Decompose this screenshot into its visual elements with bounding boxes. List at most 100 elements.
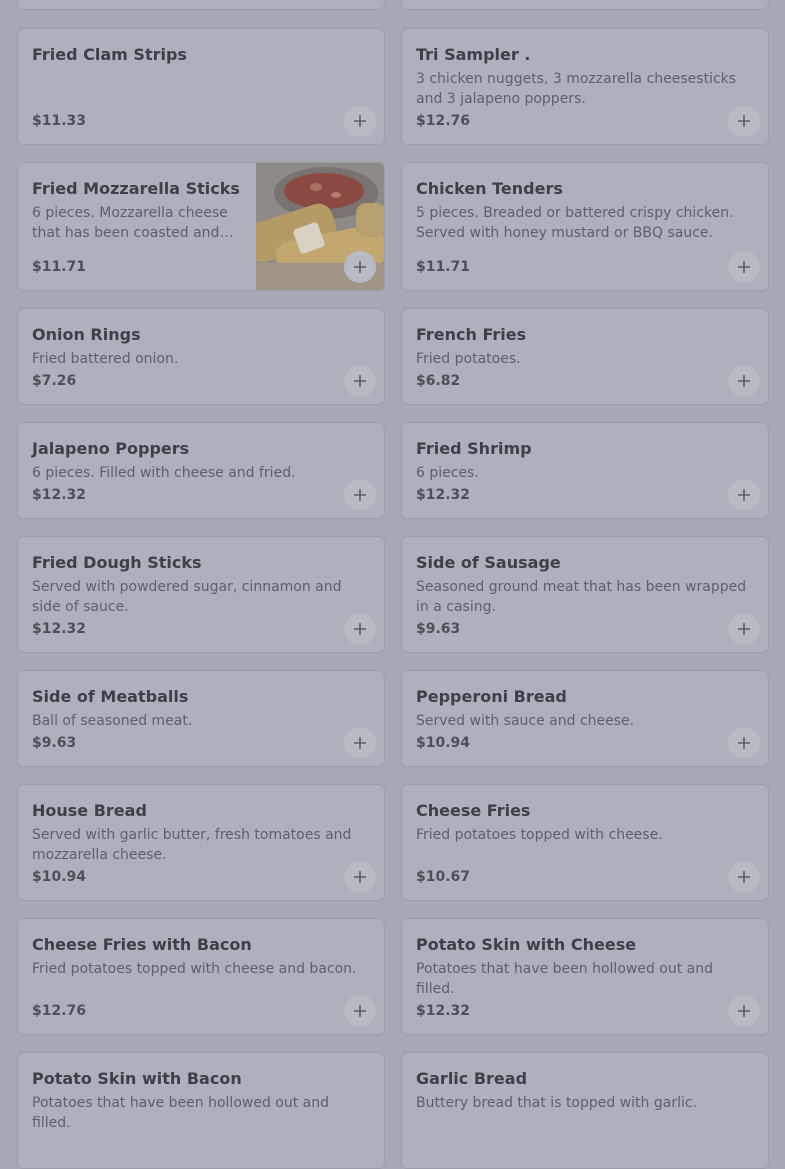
menu-item-card[interactable]: Fried Clam Strips $11.33 [17, 28, 385, 145]
item-name: Side of Meatballs [32, 687, 189, 706]
plus-icon [738, 115, 750, 127]
item-name: French Fries [416, 325, 527, 344]
item-description: 6 pieces. [416, 465, 479, 481]
add-item-button[interactable] [344, 727, 376, 759]
item-name: Jalapeno Poppers [32, 439, 190, 458]
menu-grid: Fried Clam Strips $11.33 Tri Sampler . 3… [0, 0, 785, 1169]
item-price: $9.63 [32, 735, 77, 751]
add-item-button[interactable] [728, 0, 760, 1]
menu-item-card[interactable]: French Fries Fried potatoes. $6.82 [401, 308, 769, 405]
item-price: $11.71 [32, 259, 87, 275]
item-description: Fried battered onion. [32, 351, 179, 367]
menu-item-card[interactable]: Potato Skin with Cheese Potatoes that ha… [401, 918, 769, 1035]
menu-item-card[interactable]: Side of Sausage Seasoned ground meat tha… [401, 536, 769, 653]
add-item-button[interactable] [344, 479, 376, 511]
menu-item-card[interactable]: Cheese Fries with Bacon Fried potatoes t… [17, 918, 385, 1035]
add-item-button[interactable] [728, 861, 760, 893]
add-item-button[interactable] [728, 479, 760, 511]
menu-item-card[interactable] [401, 0, 769, 10]
item-description: 6 pieces. Mozzarella cheese that has bee… [32, 205, 228, 241]
add-item-button[interactable] [344, 995, 376, 1027]
item-price: $10.67 [416, 869, 471, 885]
item-description: Potatoes that have been hollowed out and… [32, 1095, 330, 1131]
item-name: Tri Sampler . [416, 45, 531, 64]
item-price: $11.71 [416, 259, 471, 275]
plus-icon [738, 261, 750, 273]
menu-item-card[interactable]: Tri Sampler . 3 chicken nuggets, 3 mozza… [401, 28, 769, 145]
item-name: Fried Dough Sticks [32, 553, 202, 572]
plus-icon [738, 1005, 750, 1017]
add-item-button[interactable] [728, 365, 760, 397]
item-price: $12.32 [32, 621, 87, 637]
item-name: Potato Skin with Cheese [416, 935, 637, 954]
item-description: Served with sauce and cheese. [416, 713, 635, 729]
item-price: $12.32 [416, 1003, 471, 1019]
item-name: Onion Rings [32, 325, 141, 344]
menu-item-card[interactable] [17, 0, 385, 10]
menu-item-card[interactable]: Potato Skin with Bacon Potatoes that hav… [17, 1052, 385, 1169]
item-description: Fried potatoes topped with cheese and ba… [32, 961, 357, 977]
add-item-button[interactable] [344, 861, 376, 893]
item-description: Served with garlic butter, fresh tomatoe… [32, 827, 352, 863]
add-item-button[interactable] [728, 995, 760, 1027]
plus-icon [738, 489, 750, 501]
plus-icon [354, 375, 366, 387]
plus-icon [738, 871, 750, 883]
item-price: $10.94 [32, 869, 87, 885]
item-name: Fried Mozzarella Sticks [32, 179, 240, 198]
item-name: House Bread [32, 801, 147, 820]
add-item-button[interactable] [344, 251, 376, 283]
item-price: $12.32 [416, 487, 471, 503]
add-item-button[interactable] [728, 105, 760, 137]
plus-icon [738, 623, 750, 635]
item-price: $10.94 [416, 735, 471, 751]
menu-item-card[interactable]: House Bread Served with garlic butter, f… [17, 784, 385, 901]
menu-item-card[interactable]: Fried Dough Sticks Served with powdered … [17, 536, 385, 653]
add-item-button[interactable] [344, 105, 376, 137]
item-price: $7.26 [32, 373, 77, 389]
plus-icon [738, 375, 750, 387]
item-description: 6 pieces. Filled with cheese and fried. [32, 465, 296, 481]
item-description: Fried potatoes topped with cheese. [416, 827, 663, 843]
menu-item-card[interactable]: Chicken Tenders 5 pieces. Breaded or bat… [401, 162, 769, 291]
item-price: $12.32 [32, 487, 87, 503]
plus-icon [354, 489, 366, 501]
item-description: Served with powdered sugar, cinnamon and… [32, 579, 342, 615]
plus-icon [354, 623, 366, 635]
add-item-button[interactable] [728, 727, 760, 759]
menu-item-card[interactable]: Cheese Fries Fried potatoes topped with … [401, 784, 769, 901]
item-name: Cheese Fries [416, 801, 531, 820]
item-name: Potato Skin with Bacon [32, 1069, 242, 1088]
item-price: $12.76 [32, 1003, 87, 1019]
menu-item-card[interactable]: Fried Shrimp 6 pieces. $12.32 [401, 422, 769, 519]
item-price: $9.63 [416, 621, 461, 637]
add-item-button[interactable] [344, 365, 376, 397]
item-name: Fried Shrimp [416, 439, 532, 458]
item-name: Fried Clam Strips [32, 45, 187, 64]
item-description: 3 chicken nuggets, 3 mozzarella cheesest… [416, 71, 737, 107]
item-name: Side of Sausage [416, 553, 561, 572]
menu-item-card[interactable]: Jalapeno Poppers 6 pieces. Filled with c… [17, 422, 385, 519]
menu-item-card[interactable]: Garlic Bread Buttery bread that is toppe… [401, 1052, 769, 1169]
menu-item-card[interactable]: Onion Rings Fried battered onion. $7.26 [17, 308, 385, 405]
add-item-button[interactable] [344, 613, 376, 645]
menu-item-card[interactable]: Pepperoni Bread Served with sauce and ch… [401, 670, 769, 767]
plus-icon [354, 1005, 366, 1017]
add-item-button[interactable] [728, 613, 760, 645]
item-price: $12.76 [416, 113, 471, 129]
item-description: 5 pieces. Breaded or battered crispy chi… [416, 205, 734, 241]
item-price: $11.33 [32, 113, 87, 129]
add-item-button[interactable] [728, 251, 760, 283]
item-name: Garlic Bread [416, 1069, 528, 1088]
item-description: Buttery bread that is topped with garlic… [416, 1095, 698, 1111]
item-price: $6.82 [416, 373, 461, 389]
item-description: Potatoes that have been hollowed out and… [416, 961, 714, 997]
plus-icon [354, 115, 366, 127]
item-description: Fried potatoes. [416, 351, 521, 367]
add-item-button[interactable] [344, 0, 376, 1]
plus-icon [354, 871, 366, 883]
plus-icon [354, 261, 366, 273]
menu-item-card[interactable]: Fried Mozzarella Sticks 6 pieces. Mozzar… [17, 162, 385, 291]
item-name: Cheese Fries with Bacon [32, 935, 252, 954]
menu-item-card[interactable]: Side of Meatballs Ball of seasoned meat.… [17, 670, 385, 767]
